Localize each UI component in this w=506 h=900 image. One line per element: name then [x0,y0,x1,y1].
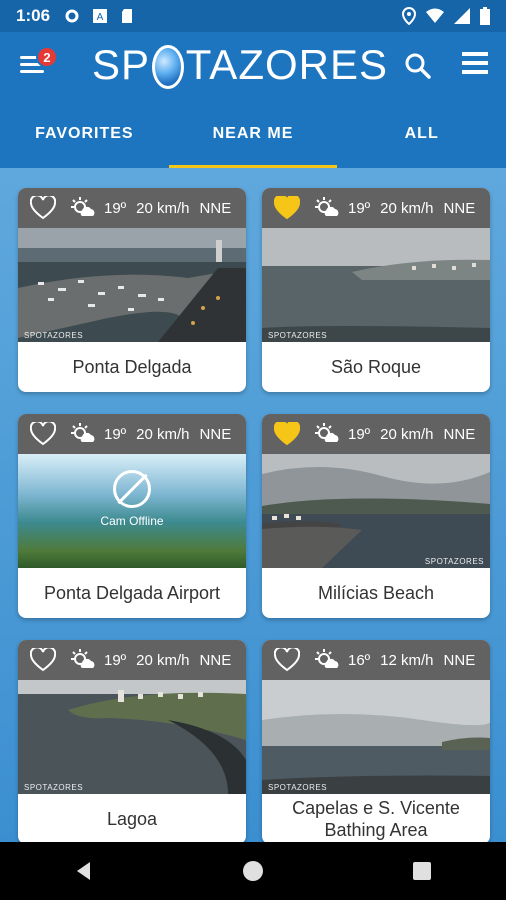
favorite-heart-icon[interactable] [30,422,56,446]
temperature: 19º [348,199,371,217]
card-info-bar: 19º 20 km/h NNE [18,414,246,454]
card-info-bar: 19º 20 km/h NNE [18,640,246,680]
partly-cloudy-icon [315,649,339,668]
webcam-thumbnail: SPOTAZORES [262,228,490,342]
webcam-name: Ponta Delgada [72,357,192,377]
logo-text-left: SP [92,41,151,88]
spotazores-logo: SP TAZORES [92,40,388,90]
cam-offline-overlay: Cam Offline [18,470,246,528]
home-icon[interactable] [241,859,265,883]
webcam-card[interactable]: 19º 20 km/h NNE SPOTAZORES Lagoa [18,640,246,842]
favorite-heart-icon[interactable] [30,196,56,220]
partly-cloudy-icon [71,649,95,668]
favorite-heart-filled-icon[interactable] [274,422,300,446]
tab-bar: FAVORITES NEAR ME ALL [0,100,506,168]
webcam-card[interactable]: 19º 20 km/h NNE SPOTAZORES Ponta Delgada [18,188,246,392]
location-icon [402,7,416,25]
watermark: SPOTAZORES [424,557,484,566]
webcam-thumbnail: Cam Offline [18,454,246,568]
tab-favorites[interactable]: FAVORITES [0,100,169,168]
partly-cloudy-icon [71,423,95,442]
card-info-bar: 16º 12 km/h NNE [262,640,490,680]
webcam-name: Lagoa [106,809,158,829]
wind-direction: NNE [443,425,476,443]
webcam-card[interactable]: 19º 20 km/h NNE SPOTAZORES São Roque [262,188,490,392]
wind-direction: NNE [199,199,232,217]
tab-all[interactable]: ALL [337,100,506,168]
tab-near-me[interactable]: NEAR ME [168,100,338,168]
favorite-heart-icon[interactable] [274,648,300,672]
wind-speed: 20 km/h [136,425,190,443]
webcam-name: Capelas e S. Vicente Bathing Area [292,798,460,840]
logo-text-right: TAZORES [185,41,388,88]
temperature: 19º [104,651,127,669]
wifi-icon [426,8,444,23]
card-info-bar: 19º 20 km/h NNE [262,188,490,228]
sd-card-status-icon [122,9,133,23]
globe-logo-icon [152,45,184,89]
watermark: SPOTAZORES [268,331,328,340]
webcam-name: Milícias Beach [317,583,435,603]
cam-offline-label: Cam Offline [100,514,164,528]
watermark: SPOTAZORES [24,331,84,340]
temperature: 16º [348,651,371,669]
wind-speed: 20 km/h [136,651,190,669]
temperature: 19º [348,425,371,443]
app-status-icon: A [93,9,108,23]
webcam-card[interactable]: 16º 12 km/h NNE SPOTAZORES Capelas e S. … [262,640,490,842]
status-bar: 1:06 A [0,0,506,32]
wind-direction: NNE [443,651,476,669]
favorite-heart-icon[interactable] [30,648,56,672]
settings-status-icon [65,9,79,23]
system-navigation-bar [0,842,506,900]
webcam-thumbnail: SPOTAZORES [18,228,246,342]
webcam-thumbnail: SPOTAZORES [18,680,246,794]
webcam-list: 19º 20 km/h NNE SPOTAZORES Ponta Delgada [0,168,506,842]
wind-direction: NNE [443,199,476,217]
wind-direction: NNE [199,651,232,669]
battery-icon [480,7,490,25]
wind-speed: 12 km/h [380,651,434,669]
svg-text:A: A [97,12,104,23]
webcam-name: Ponta Delgada Airport [43,583,221,603]
webcam-thumbnail: SPOTAZORES [262,454,490,568]
watermark: SPOTAZORES [24,783,84,792]
favorite-heart-filled-icon[interactable] [274,196,300,220]
webcam-card[interactable]: 19º 20 km/h NNE SPOTAZORES Milícias Beac… [262,414,490,618]
signal-icon [454,8,470,24]
app-bar: 2 SP TAZORES [0,32,506,100]
back-icon[interactable] [72,859,96,883]
notification-badge: 2 [36,46,58,68]
watermark: SPOTAZORES [268,783,328,792]
wind-speed: 20 km/h [136,199,190,217]
camera-off-icon [113,470,151,508]
status-time: 1:06 [16,6,51,25]
recents-icon[interactable] [410,859,434,883]
wind-direction: NNE [199,425,232,443]
webcam-card[interactable]: 19º 20 km/h NNE Cam Offline Ponta Delgad… [18,414,246,618]
partly-cloudy-icon [315,423,339,442]
webcam-name: São Roque [330,357,422,377]
wind-speed: 20 km/h [380,199,434,217]
search-icon[interactable] [404,52,432,80]
main-menu-button[interactable] [462,52,490,80]
temperature: 19º [104,199,127,217]
partly-cloudy-icon [315,197,339,216]
temperature: 19º [104,425,127,443]
wind-speed: 20 km/h [380,425,434,443]
card-info-bar: 19º 20 km/h NNE [18,188,246,228]
webcam-thumbnail: SPOTAZORES [262,680,490,794]
card-info-bar: 19º 20 km/h NNE [262,414,490,454]
partly-cloudy-icon [71,197,95,216]
